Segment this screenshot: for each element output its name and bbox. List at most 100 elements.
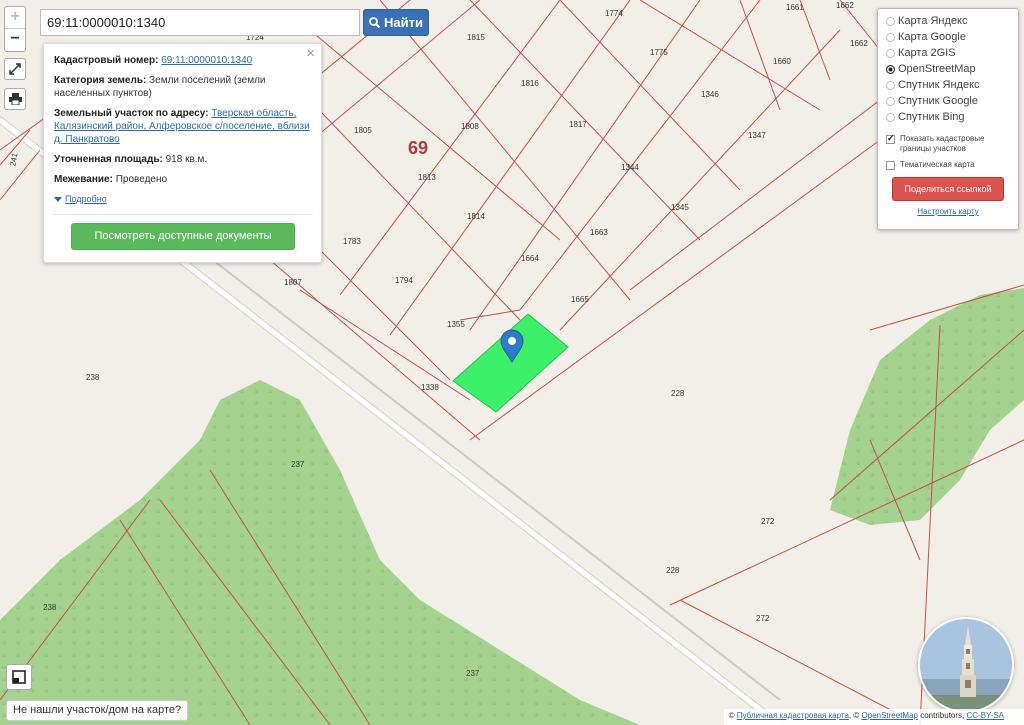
- parcel-label: 1346: [701, 90, 719, 99]
- parcel-label: 1355: [447, 320, 465, 329]
- location-photo[interactable]: [918, 617, 1014, 713]
- radio-selected-icon: [886, 64, 895, 74]
- layer-option-label: Спутник Bing: [898, 111, 965, 123]
- details-toggle-label: Подробно: [65, 194, 107, 204]
- search-button[interactable]: Найти: [363, 9, 429, 36]
- search-icon: [369, 17, 381, 28]
- layer-option[interactable]: OpenStreetMap: [886, 61, 1010, 77]
- layer-option-label: Спутник Яндекс: [898, 79, 980, 91]
- show-borders-checkbox[interactable]: Показать кадастровые границы участков: [886, 133, 1010, 154]
- map-attribution: © Публичная кадастровая карта, © OpenStr…: [723, 709, 1024, 725]
- parcel-label: 1338: [421, 383, 439, 392]
- area-value: 918 кв.м.: [165, 154, 208, 165]
- layer-option[interactable]: Спутник Google: [886, 93, 1010, 109]
- parcel-label: 228: [666, 566, 680, 575]
- address-label: Земельный участок по адресу:: [54, 108, 209, 119]
- thematic-map-label: Тематическая карта: [900, 160, 975, 169]
- parcel-label: 238: [43, 603, 57, 612]
- fullscreen-button[interactable]: [4, 58, 26, 80]
- attribution-prefix: ©: [728, 711, 735, 720]
- parcel-label: 228: [671, 389, 685, 398]
- zoom-out-button[interactable]: −: [5, 29, 25, 51]
- parcel-label: 1345: [671, 203, 689, 212]
- layer-option[interactable]: Карта 2GIS: [886, 45, 1010, 61]
- parcel-label: 1817: [569, 120, 587, 129]
- parcel-label: 1775: [650, 48, 668, 57]
- layer-option[interactable]: Спутник Яндекс: [886, 77, 1010, 93]
- cadastral-number-label: Кадастровый номер:: [54, 55, 159, 66]
- checkbox-icon: [886, 161, 895, 170]
- osm-link[interactable]: OpenStreetMap: [862, 711, 918, 720]
- radio-icon: [886, 80, 895, 90]
- survey-row: Межевание: Проведено: [54, 173, 311, 186]
- parcel-label: 1660: [773, 57, 791, 66]
- parcel-label: 238: [86, 373, 100, 382]
- survey-label: Межевание:: [54, 174, 113, 185]
- radio-icon: [886, 96, 895, 106]
- layer-option[interactable]: Карта Яндекс: [886, 13, 1010, 29]
- parcel-label: 1344: [621, 163, 639, 172]
- layer-option-label: OpenStreetMap: [898, 63, 976, 75]
- area-label: Уточненная площадь:: [54, 154, 163, 165]
- print-button[interactable]: [4, 88, 26, 110]
- not-found-link[interactable]: Не нашли участок/дом на карте?: [6, 700, 189, 721]
- pkk-link[interactable]: Публичная кадастровая карта: [737, 711, 849, 720]
- region-label: 69: [408, 138, 428, 158]
- printer-icon: [8, 93, 22, 105]
- minimap-icon: [12, 670, 26, 684]
- expand-icon: [9, 63, 21, 75]
- parcel-label: 1774: [605, 9, 623, 18]
- parcel-label: 1813: [418, 173, 436, 182]
- cadastral-search-input[interactable]: [40, 9, 360, 36]
- layer-option-label: Карта Google: [898, 31, 966, 43]
- thematic-map-checkbox[interactable]: Тематическая карта: [886, 160, 1010, 170]
- area-row: Уточненная площадь: 918 кв.м.: [54, 153, 311, 166]
- minimap-toggle-button[interactable]: [6, 664, 32, 690]
- parcel-label: 272: [756, 614, 770, 623]
- zoom-in-button[interactable]: +: [5, 7, 25, 29]
- land-category-row: Категория земель: Земли поселений (земли…: [54, 74, 311, 100]
- cadastral-number-link[interactable]: 69:11:0000010:1340: [161, 55, 252, 66]
- search-button-label: Найти: [384, 15, 423, 30]
- attribution-middle: , ©: [848, 711, 860, 720]
- parcel-label: 1814: [467, 212, 485, 221]
- survey-value: Проведено: [115, 174, 168, 185]
- parcel-label: 1661: [786, 3, 804, 12]
- parcel-info-panel: × Кадастровый номер: 69:11:0000010:1340 …: [43, 43, 322, 263]
- parcel-label: 237: [291, 460, 305, 469]
- parcel-label: 1815: [467, 33, 485, 42]
- parcel-label: 1347: [748, 131, 766, 140]
- share-link-button[interactable]: Поделиться ссылкой: [892, 177, 1004, 201]
- bell-tower-image: [920, 619, 1012, 711]
- layer-option-label: Спутник Google: [898, 95, 978, 107]
- license-link[interactable]: CC-BY-SA: [967, 711, 1005, 720]
- configure-map-link[interactable]: Настроить карту: [886, 207, 1010, 216]
- parcel-label: 272: [761, 517, 775, 526]
- parcel-label: 1783: [343, 237, 361, 246]
- view-documents-button[interactable]: Посмотреть доступные документы: [71, 223, 295, 250]
- parcel-label: 1808: [461, 122, 479, 131]
- land-category-label: Категория земель:: [54, 75, 147, 86]
- cadastral-number-row: Кадастровый номер: 69:11:0000010:1340: [54, 54, 311, 67]
- parcel-label: 1807: [284, 278, 302, 287]
- radio-icon: [886, 48, 895, 58]
- parcel-label: 1662: [836, 1, 854, 10]
- layer-option[interactable]: Карта Google: [886, 29, 1010, 45]
- parcel-label: 237: [466, 669, 480, 678]
- parcel-label: 1805: [354, 126, 372, 135]
- address-row: Земельный участок по адресу: Тверская об…: [54, 107, 311, 146]
- divider: [52, 214, 313, 215]
- attribution-suffix: contributors,: [920, 711, 965, 720]
- close-icon[interactable]: ×: [306, 46, 315, 61]
- parcel-label: 1662: [850, 39, 868, 48]
- show-borders-label: Показать кадастровые границы участков: [900, 134, 985, 153]
- checkbox-checked-icon: [886, 133, 895, 144]
- layer-option-label: Карта Яндекс: [898, 15, 968, 27]
- radio-icon: [886, 32, 895, 42]
- layers-panel: Карта Яндекс Карта Google Карта 2GIS Ope…: [877, 8, 1019, 230]
- radio-icon: [886, 16, 895, 26]
- zoom-control: + −: [4, 6, 26, 52]
- parcel-label: 1664: [521, 254, 539, 263]
- details-toggle[interactable]: Подробно: [54, 193, 107, 206]
- layer-option[interactable]: Спутник Bing: [886, 109, 1010, 125]
